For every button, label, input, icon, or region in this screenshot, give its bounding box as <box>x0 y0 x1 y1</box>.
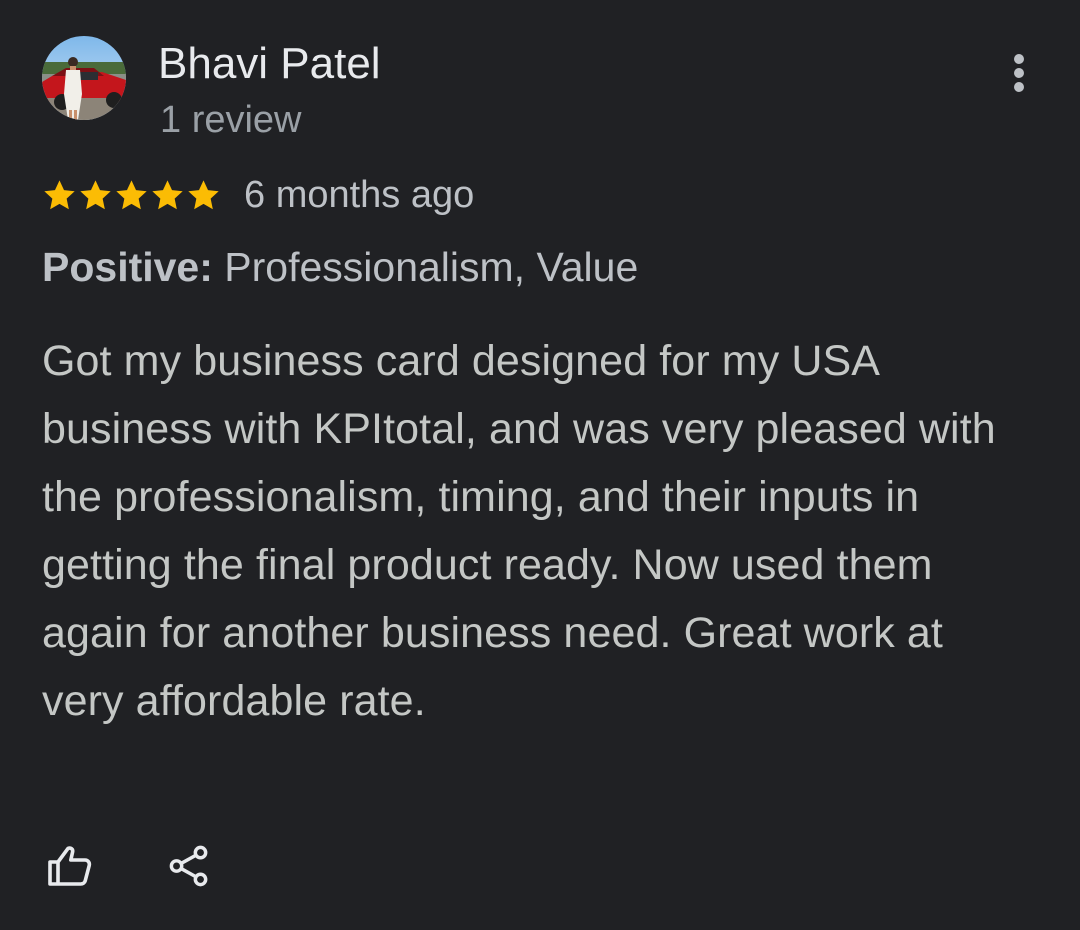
reviewer-review-count: 1 review <box>160 99 302 141</box>
more-vert-icon <box>1014 54 1024 92</box>
star-icon <box>116 179 147 209</box>
star-icon <box>188 179 219 209</box>
rating-row: 6 months ago <box>42 172 474 218</box>
review-text: Got my business card designed for my USA… <box>42 337 996 725</box>
avatar[interactable] <box>42 36 126 120</box>
more-options-button[interactable] <box>996 48 1042 96</box>
star-icon <box>44 179 75 209</box>
share-icon <box>169 845 208 887</box>
star-rating <box>42 178 222 213</box>
highlights-label: Positive: <box>42 244 213 290</box>
review-actions <box>42 838 217 894</box>
highlights-value: Professionalism, Value <box>212 244 639 290</box>
thumb-up-outline-icon <box>48 846 92 886</box>
review-highlights: Positive: Professionalism, Value <box>42 242 638 292</box>
share-button[interactable] <box>161 838 217 894</box>
reviewer-name[interactable]: Bhavi Patel <box>158 38 381 90</box>
star-icon <box>80 179 111 209</box>
review-card: Bhavi Patel 1 review 6 months ago Positi… <box>0 0 1080 930</box>
avatar-image <box>42 36 126 120</box>
like-button[interactable] <box>42 838 98 894</box>
review-date: 6 months ago <box>244 173 475 216</box>
star-icon <box>152 179 183 209</box>
